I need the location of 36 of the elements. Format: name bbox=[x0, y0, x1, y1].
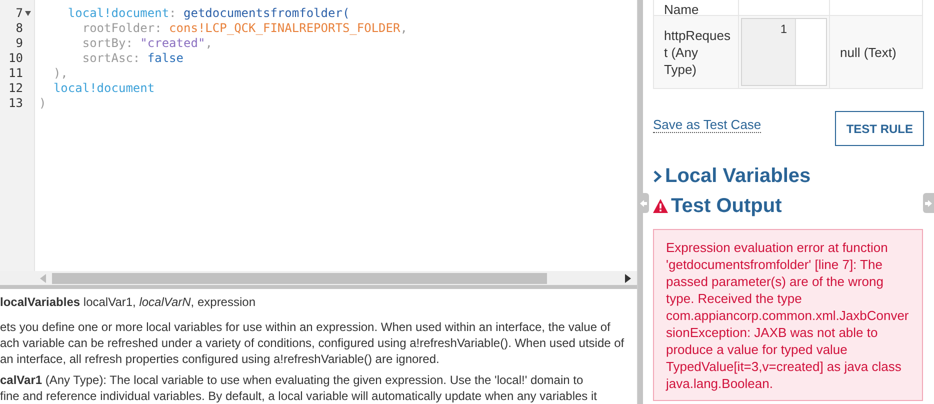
chevron-icon[interactable] bbox=[653, 170, 662, 182]
scroll-left-arrow-icon[interactable] bbox=[40, 274, 46, 283]
input-value: null (Text) bbox=[830, 16, 922, 88]
expand-handle[interactable] bbox=[923, 193, 934, 213]
line-number: 9 bbox=[16, 36, 23, 51]
line-number: 11 bbox=[8, 66, 23, 81]
code-line: ) bbox=[39, 96, 48, 111]
line-number: 1 bbox=[742, 19, 796, 85]
line-number: 8 bbox=[16, 21, 23, 36]
line-number: 10 bbox=[8, 51, 23, 66]
fold-arrow-icon[interactable] bbox=[25, 11, 31, 16]
code-line: rootFolder: cons!LCP_QCK_FINALREPORTS_FOLDER, bbox=[81, 21, 408, 36]
code-line: local!document bbox=[52, 81, 156, 96]
line-number: 12 bbox=[8, 81, 23, 96]
code-line: sortAsc: false bbox=[81, 51, 184, 66]
expression-field[interactable]: 1 bbox=[741, 18, 827, 86]
error-message: Expression evaluation error at function 'getdocumentsfromfolder' [line 7]: The passed parameter(s) are of the wrong type. Received the type com.appiancorp.common.xml.JaxbConversionException: JAXB was not able to produce a value for typed value TypedValue[it=3,v=created] as java class java.lang.Boolean. bbox=[653, 229, 923, 401]
function-name: localVariables bbox=[0, 295, 80, 309]
function-description: ets you define one or more local variables for use within an expression. When used within an interface, the value of ach variable can be refreshed under a variety of conditions, configured using a!refreshVariable(). When used utside of an interface, all refresh properties configured using a!refreshVariable() are ignored. bbox=[0, 319, 625, 367]
scroll-right-arrow-icon[interactable] bbox=[625, 274, 631, 283]
line-number: 7 bbox=[16, 6, 23, 21]
save-as-test-case-link[interactable]: Save as Test Case bbox=[653, 116, 762, 132]
parameter-description: calVar1 (Any Type): The local variable to use when evaluating the given expression. Use the 'local!' domain to bbox=[0, 372, 584, 388]
horizontal-scrollbar[interactable] bbox=[0, 271, 637, 289]
collapse-handle[interactable] bbox=[638, 193, 649, 213]
section-heading[interactable]: Local Variables bbox=[665, 161, 811, 191]
input-name: httpRequest (Any Type) bbox=[654, 16, 738, 88]
code-line: sortBy: "created", bbox=[81, 36, 214, 51]
test-rule-button[interactable]: TEST RULE bbox=[835, 111, 924, 146]
parameter-description: fine and reference individual variables. By default, a local variable will automatically update when any variables it bbox=[0, 388, 598, 404]
code-line: local!document: getdocumentsfromfolder( bbox=[66, 6, 351, 21]
function-signature: localVar1, localVarN, expression bbox=[83, 295, 256, 309]
line-number: 13 bbox=[8, 96, 23, 111]
warning-icon bbox=[653, 199, 668, 213]
code-line: ), bbox=[52, 66, 69, 81]
section-heading: Test Output bbox=[671, 194, 782, 219]
